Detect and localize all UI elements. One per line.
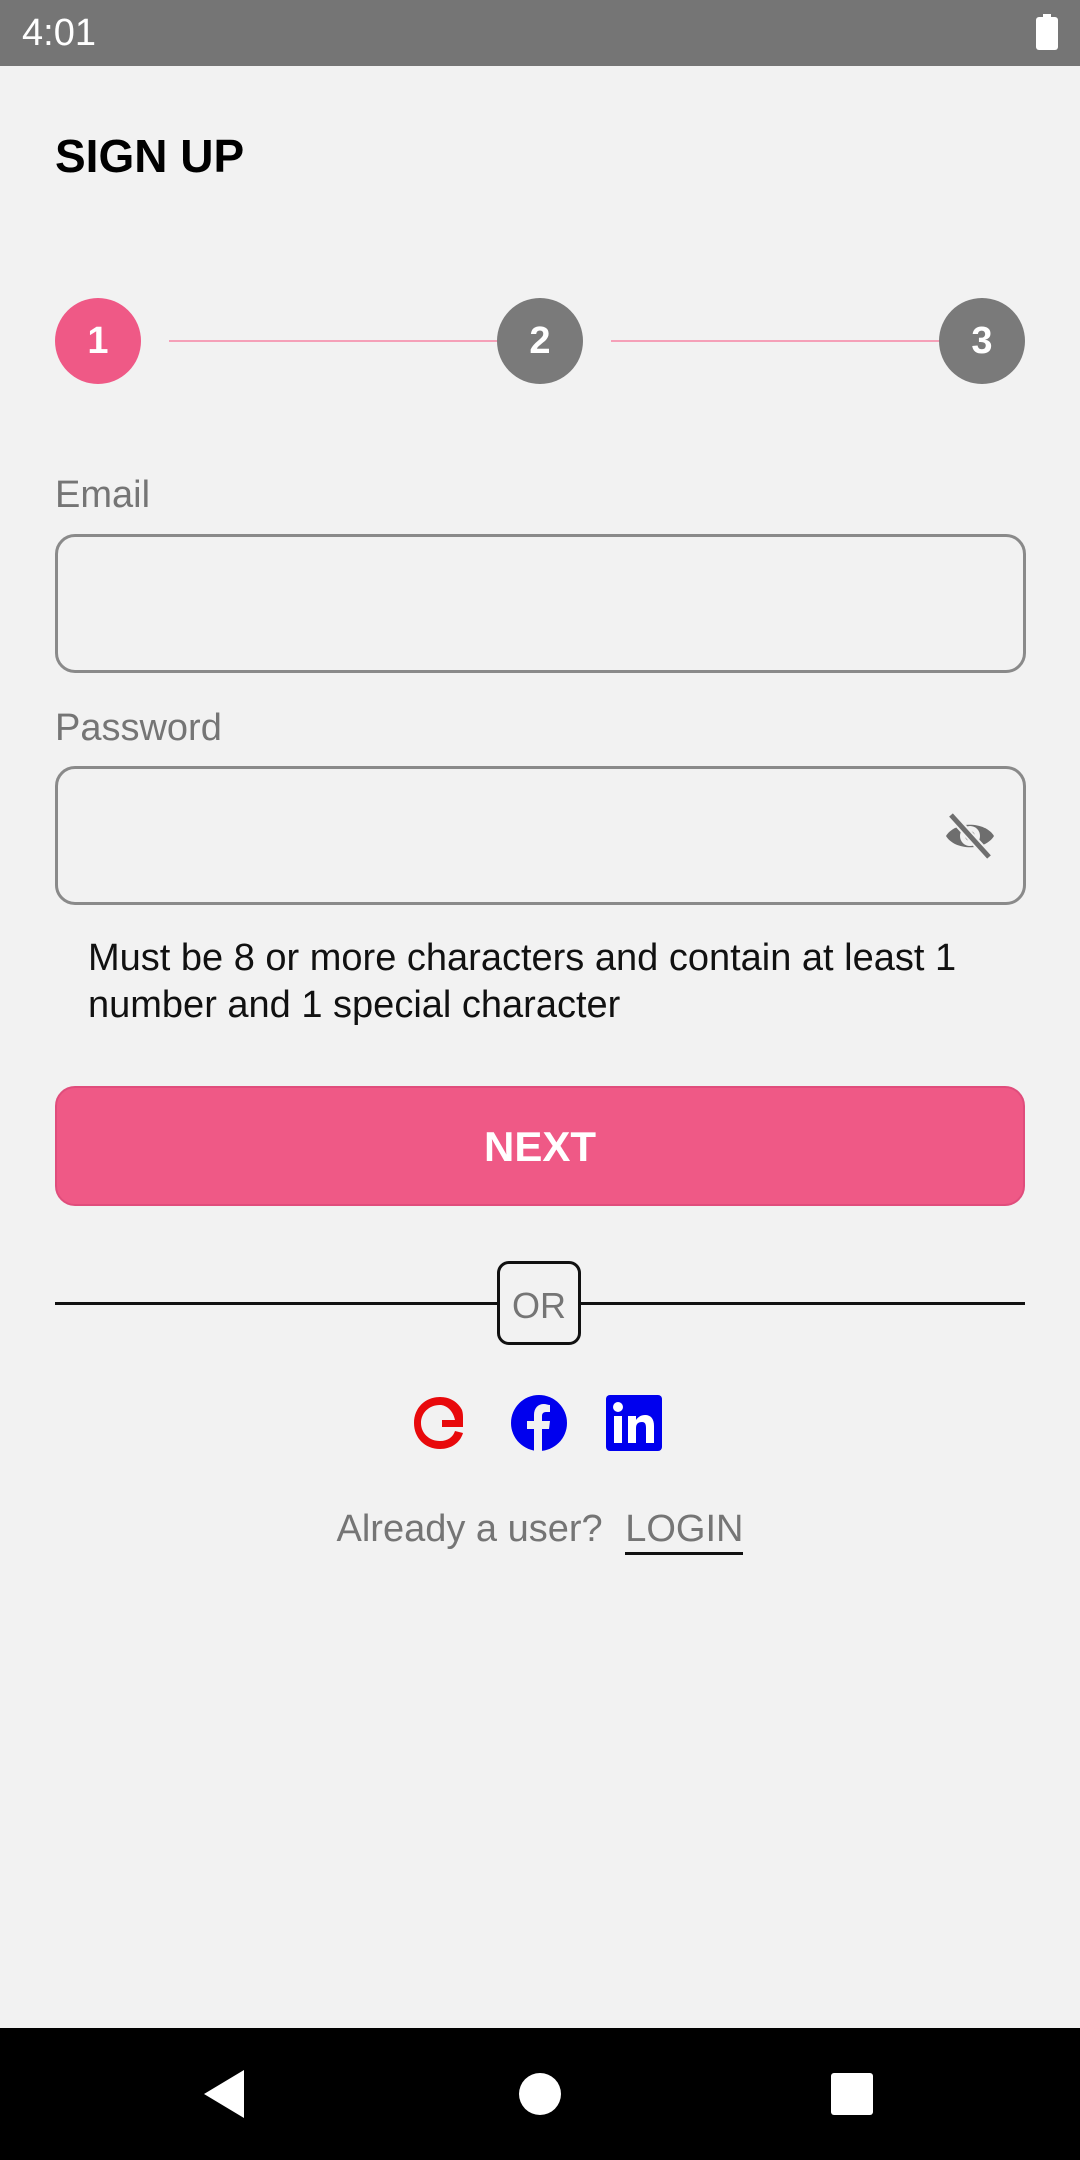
status-bar: 4:01 <box>0 0 1080 66</box>
next-button[interactable]: NEXT <box>55 1086 1025 1206</box>
google-icon[interactable] <box>412 1393 472 1453</box>
password-field-box <box>55 766 1026 905</box>
recents-square-icon[interactable] <box>822 2064 882 2124</box>
divider-left <box>55 1302 497 1305</box>
page-title: SIGN UP <box>55 130 245 182</box>
password-hint: Must be 8 or more characters and contain… <box>88 937 957 1026</box>
status-time: 4:01 <box>22 12 96 54</box>
login-link[interactable]: LOGIN <box>625 1508 744 1555</box>
step-2[interactable]: 2 <box>497 298 583 384</box>
step-3[interactable]: 3 <box>939 298 1025 384</box>
linkedin-icon[interactable] <box>606 1395 662 1451</box>
email-field[interactable] <box>82 537 942 670</box>
back-triangle-icon[interactable] <box>196 2064 256 2124</box>
login-prompt-text: Already a user? <box>336 1508 603 1550</box>
step-connector <box>169 340 525 342</box>
facebook-icon[interactable] <box>509 1393 569 1453</box>
system-nav-bar <box>0 2028 1080 2160</box>
or-divider-label: OR <box>497 1261 581 1345</box>
password-label: Password <box>55 707 222 749</box>
step-connector <box>611 340 967 342</box>
home-circle-icon[interactable] <box>510 2064 570 2124</box>
stepper: 1 2 3 <box>55 298 1025 384</box>
login-prompt: Already a user? LOGIN <box>0 1504 1080 1555</box>
divider-right <box>581 1302 1025 1305</box>
eye-off-icon[interactable] <box>943 811 997 861</box>
email-field-box <box>55 534 1026 673</box>
password-field[interactable] <box>82 769 942 902</box>
battery-full-icon <box>1036 14 1058 50</box>
email-label: Email <box>55 474 151 516</box>
step-1[interactable]: 1 <box>55 298 141 384</box>
